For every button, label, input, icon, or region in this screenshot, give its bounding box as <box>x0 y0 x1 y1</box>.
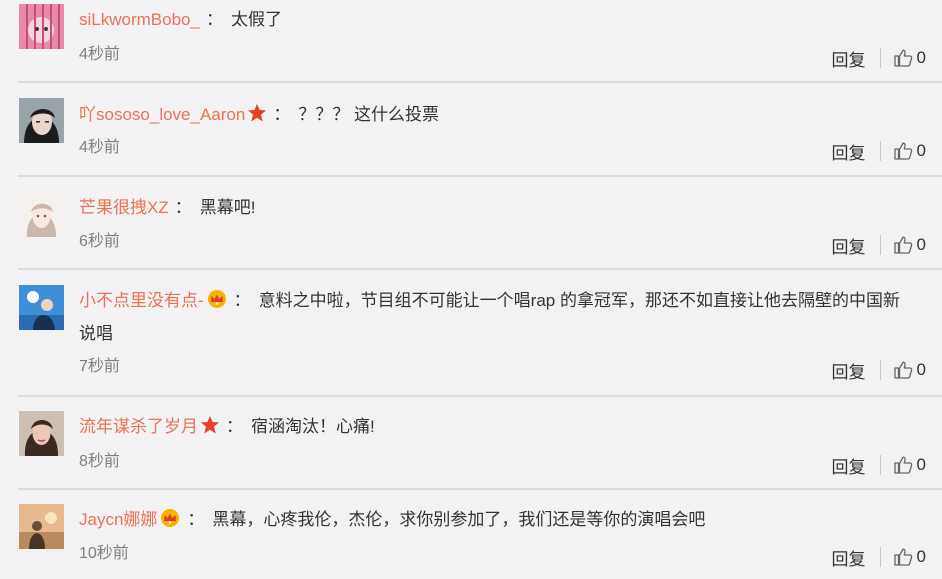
colon-separator: ： <box>233 291 251 310</box>
username-link[interactable]: 吖sososo_love_Aaron <box>79 105 245 124</box>
timestamp: 10秒前 <box>79 545 129 562</box>
avatar-girl-portrait-icon <box>19 411 64 456</box>
comment-line: siLkwormBobo_ ： 太假了 <box>79 7 942 33</box>
like-count: 0 <box>916 455 926 474</box>
thumbs-up-icon <box>893 548 912 566</box>
comment-text: 黑幕，心疼我伦，杰伦，求你别参加了，我们还是等你的演唱会吧 <box>212 510 706 529</box>
comment-item: 小不点里没有点- ： 意料之中啦，节目组不可能让一个唱rap 的拿冠军，那还不如直接… <box>0 270 942 396</box>
avatar-pink-cage-icon <box>19 4 64 49</box>
avatar[interactable] <box>19 98 64 143</box>
avatar[interactable] <box>19 4 64 49</box>
like-button[interactable]: 0 <box>893 235 926 255</box>
comment-text: ？？？ 这什么投票 <box>298 105 440 124</box>
reply-button[interactable]: 回复 <box>832 358 866 383</box>
comment-item: Jaycn娜娜 ： 黑幕，心疼我伦，杰伦，求你别参加了，我们还是等你的演唱会吧 10… <box>0 490 942 579</box>
colon-separator: ： <box>226 417 243 436</box>
timestamp: 6秒前 <box>79 233 120 250</box>
like-count: 0 <box>916 141 926 160</box>
avatar[interactable] <box>19 285 64 330</box>
avatar-blue-sky-icon <box>19 285 64 330</box>
comment-text: 意料之中啦，节目组不可能让一个唱rap 的拿冠军，那还不如直接让他去隔壁的中国新 <box>258 291 900 310</box>
comment-text: 太假了 <box>230 10 282 29</box>
comment-line: 流年谋杀了岁月 ： 宿涵淘汰！心痛! <box>79 414 942 443</box>
timestamp: 7秒前 <box>79 358 120 375</box>
reply-button[interactable]: 回复 <box>832 453 866 478</box>
comment-text: 宿涵淘汰！心痛! <box>251 417 375 436</box>
avatar-sunset-girl-icon <box>19 504 64 549</box>
star-badge-icon <box>247 103 267 131</box>
comment-item: 芒果很拽XZ ： 黑幕吧! 6秒前 回复 0 <box>0 177 942 269</box>
like-count: 0 <box>916 547 926 566</box>
comment-actions: 回复 0 <box>832 358 926 382</box>
comment-text-continued: 说唱 <box>79 324 113 343</box>
colon-separator: ： <box>273 105 291 124</box>
action-divider <box>879 141 881 161</box>
action-divider <box>879 547 881 567</box>
reply-button[interactable]: 回复 <box>832 233 866 258</box>
comment-text: 黑幕吧! <box>199 198 256 217</box>
username-link[interactable]: siLkwormBobo_ <box>79 10 200 29</box>
comment-item: 流年谋杀了岁月 ： 宿涵淘汰！心痛! 8秒前 回复 0 <box>0 397 942 489</box>
comment-line: 吖sososo_love_Aaron ： ？？？ 这什么投票 <box>79 102 942 131</box>
action-divider <box>879 360 881 380</box>
like-button[interactable]: 0 <box>893 455 926 475</box>
thumbs-up-icon <box>893 49 912 67</box>
comment-feed: siLkwormBobo_ ： 太假了 4秒前 回复 0 吖sososo_love_… <box>0 0 942 579</box>
reply-button[interactable]: 回复 <box>832 46 866 71</box>
comment-item: 吖sososo_love_Aaron ： ？？？ 这什么投票 4秒前 回复 0 <box>0 83 942 176</box>
avatar[interactable] <box>19 192 64 237</box>
like-count: 0 <box>916 360 926 379</box>
comment-actions: 回复 0 <box>832 545 926 569</box>
like-count: 0 <box>916 235 926 254</box>
thumbs-up-icon <box>893 456 912 474</box>
avatar-girl-light-icon <box>19 192 64 237</box>
username-link[interactable]: 芒果很拽XZ <box>79 198 169 217</box>
comment-actions: 回复 0 <box>832 233 926 257</box>
comment-line-continued: 说唱 <box>79 321 942 347</box>
star-badge-icon <box>200 415 220 443</box>
comment-line: Jaycn娜娜 ： 黑幕，心疼我伦，杰伦，求你别参加了，我们还是等你的演唱会吧 <box>79 507 942 536</box>
comment-line: 芒果很拽XZ ： 黑幕吧! <box>79 195 942 221</box>
thumbs-up-icon <box>893 236 912 254</box>
action-divider <box>879 48 881 68</box>
username-link[interactable]: 流年谋杀了岁月 <box>79 417 198 436</box>
action-divider <box>879 235 881 255</box>
like-button[interactable]: 0 <box>893 360 926 380</box>
avatar[interactable] <box>19 504 64 549</box>
comment-item: siLkwormBobo_ ： 太假了 4秒前 回复 0 <box>0 0 942 82</box>
timestamp: 4秒前 <box>79 139 120 156</box>
reply-button[interactable]: 回复 <box>832 139 866 164</box>
avatar-dark-hair-icon <box>19 98 64 143</box>
crown-badge-icon <box>206 289 228 317</box>
like-button[interactable]: 0 <box>893 48 926 68</box>
avatar[interactable] <box>19 411 64 456</box>
username-link[interactable]: 小不点里没有点- <box>79 291 204 310</box>
thumbs-up-icon <box>893 361 912 379</box>
like-button[interactable]: 0 <box>893 141 926 161</box>
colon-separator: ： <box>187 510 205 529</box>
comment-actions: 回复 0 <box>832 139 926 163</box>
username-link[interactable]: Jaycn娜娜 <box>79 510 157 529</box>
like-button[interactable]: 0 <box>893 547 926 567</box>
reply-button[interactable]: 回复 <box>832 545 866 570</box>
colon-separator: ： <box>205 10 223 29</box>
timestamp: 8秒前 <box>79 453 120 470</box>
timestamp: 4秒前 <box>79 46 120 63</box>
comment-actions: 回复 0 <box>832 453 926 477</box>
action-divider <box>879 455 881 475</box>
thumbs-up-icon <box>893 142 912 160</box>
like-count: 0 <box>916 48 926 67</box>
colon-separator: ： <box>174 198 192 217</box>
comment-actions: 回复 0 <box>832 46 926 70</box>
crown-badge-icon <box>159 508 181 536</box>
comment-line: 小不点里没有点- ： 意料之中啦，节目组不可能让一个唱rap 的拿冠军，那还不如直接… <box>79 288 940 317</box>
